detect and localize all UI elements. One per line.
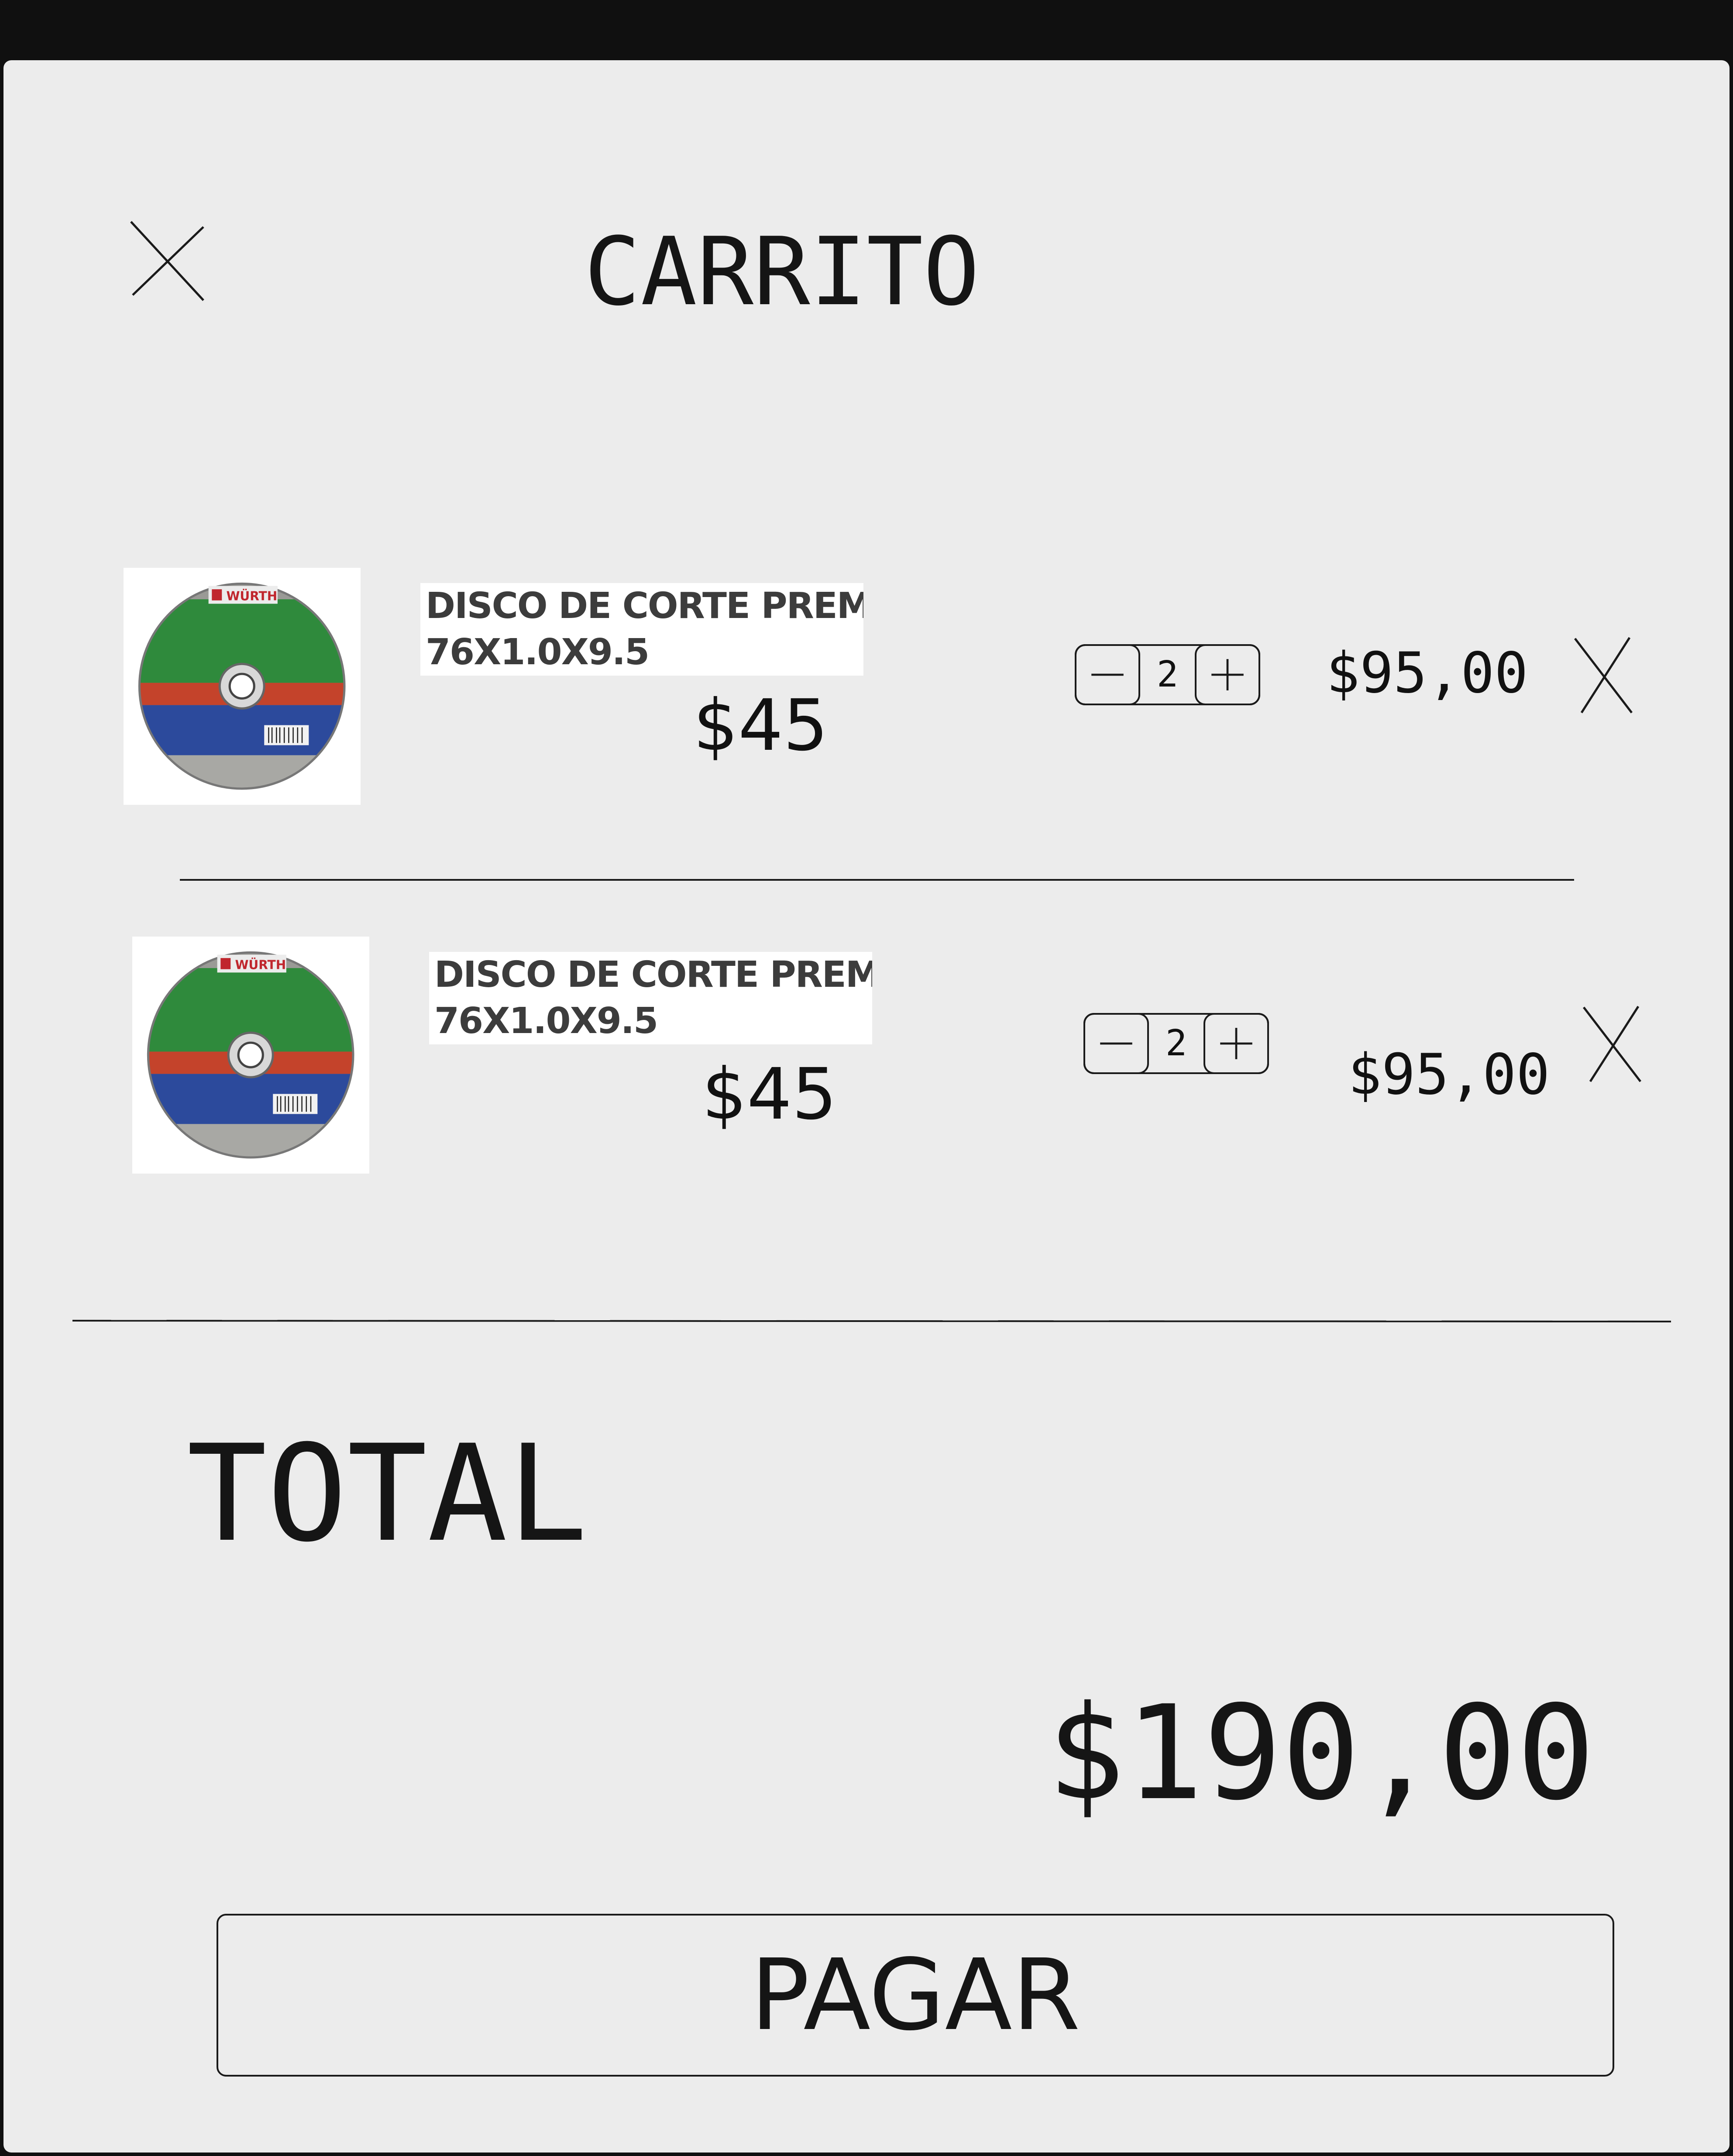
minus-icon xyxy=(1100,1042,1132,1045)
remove-x-icon xyxy=(1574,637,1633,714)
product-name-line1: DISCO DE CORTE PREMIUM xyxy=(434,954,872,996)
cart-title: CARRITO xyxy=(584,217,980,326)
cutting-disc-icon: WÜRTH xyxy=(138,583,346,790)
plus-icon xyxy=(1211,659,1244,690)
line-total: $95,00 xyxy=(1348,1042,1550,1107)
total-divider xyxy=(72,1320,1671,1322)
close-icon xyxy=(130,221,204,301)
quantity-stepper: 2 xyxy=(1075,644,1260,705)
close-cart-button[interactable] xyxy=(126,217,209,305)
increase-quantity-button[interactable] xyxy=(1195,644,1260,705)
product-name-line2: 76X1.0X9.5 xyxy=(434,1000,658,1042)
product-name: DISCO DE CORTE PREMIUM 76X1.0X9.5 xyxy=(420,583,863,676)
decrease-quantity-button[interactable] xyxy=(1083,1013,1149,1074)
total-value: $190,00 xyxy=(1047,1678,1595,1829)
plus-icon xyxy=(1220,1028,1252,1059)
product-name: DISCO DE CORTE PREMIUM 76X1.0X9.5 xyxy=(429,952,872,1044)
decrease-quantity-button[interactable] xyxy=(1075,644,1140,705)
minus-icon xyxy=(1091,673,1124,676)
brand-label: WÜRTH xyxy=(235,958,286,972)
brand-label: WÜRTH xyxy=(227,589,278,604)
pay-button[interactable]: PAGAR xyxy=(217,1914,1614,2077)
product-image[interactable]: WÜRTH xyxy=(124,568,361,805)
remove-x-icon xyxy=(1583,1006,1641,1082)
product-name-line1: DISCO DE CORTE PREMIUM xyxy=(426,585,863,627)
top-bar xyxy=(0,0,1733,60)
product-name-line2: 76X1.0X9.5 xyxy=(426,632,650,673)
total-label: TOTAL xyxy=(187,1416,588,1571)
quantity-value: 2 xyxy=(1165,1023,1187,1064)
unit-price: $45 xyxy=(702,1054,837,1136)
product-image[interactable]: WÜRTH xyxy=(132,937,369,1174)
quantity-stepper: 2 xyxy=(1083,1013,1269,1074)
cart-item: WÜRTH DISCO DE CORTE PREMIUM 76X1.0X9.5 … xyxy=(130,935,1733,1180)
item-divider xyxy=(180,879,1574,881)
cart-panel: CARRITO WÜRTH DISCO DE CORTE PREM 76X1.0… xyxy=(3,60,1730,2153)
cart-item: WÜRTH DISCO DE CORTE PREMIUM 76X1.0X9.5 … xyxy=(121,566,1733,811)
line-total: $95,00 xyxy=(1326,641,1528,706)
remove-item-button[interactable] xyxy=(1566,634,1640,717)
increase-quantity-button[interactable] xyxy=(1203,1013,1269,1074)
unit-price: $45 xyxy=(693,685,829,767)
quantity-value: 2 xyxy=(1156,654,1179,695)
cutting-disc-icon: WÜRTH xyxy=(147,951,354,1159)
remove-item-button[interactable] xyxy=(1575,1003,1649,1086)
